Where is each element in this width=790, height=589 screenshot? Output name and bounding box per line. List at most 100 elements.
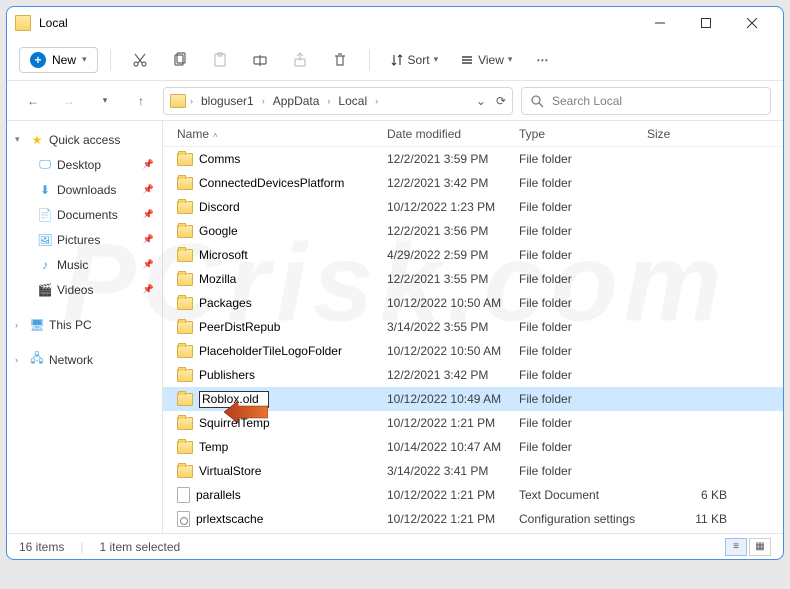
back-button[interactable]: ← — [19, 87, 47, 115]
details-view-button[interactable]: ≡ — [725, 538, 747, 556]
delete-button[interactable] — [323, 44, 357, 76]
table-row[interactable]: prlextscache10/12/2022 1:21 PMConfigurat… — [163, 507, 783, 531]
view-icon — [460, 53, 474, 67]
rename-input[interactable] — [199, 391, 269, 408]
file-type: File folder — [519, 152, 647, 166]
table-row[interactable]: PlaceholderTileLogoFolder10/12/2022 10:5… — [163, 339, 783, 363]
tree-label: Desktop — [57, 158, 101, 172]
chevron-right-icon: › — [327, 96, 330, 106]
sidebar-item-music[interactable]: ♪Music📌 — [7, 252, 162, 277]
file-date: 10/14/2022 10:47 AM — [387, 440, 519, 454]
chevron-right-icon: › — [262, 96, 265, 106]
file-type: Text Document — [519, 488, 647, 502]
breadcrumb-segment[interactable]: bloguser1 — [197, 92, 258, 110]
sort-button[interactable]: Sort ▾ — [382, 49, 447, 71]
file-name: Discord — [199, 200, 240, 214]
maximize-button[interactable] — [683, 7, 729, 39]
chevron-down-icon[interactable]: ⌄ — [476, 94, 486, 108]
table-row[interactable]: Packages10/12/2022 10:50 AMFile folder — [163, 291, 783, 315]
file-date: 3/14/2022 3:41 PM — [387, 464, 519, 478]
thumbnails-view-button[interactable]: ▦ — [749, 538, 771, 556]
selected-count: 1 item selected — [99, 540, 180, 554]
file-list: Comms12/2/2021 3:59 PMFile folderConnect… — [163, 147, 783, 533]
table-row[interactable]: Google12/2/2021 3:56 PMFile folder — [163, 219, 783, 243]
folder-icon — [177, 249, 193, 262]
sidebar-item-documents[interactable]: 📄Documents📌 — [7, 202, 162, 227]
explorer-window: PCrisk.com Local + New ▾ Sort ▾ View ▾ — [6, 6, 784, 560]
sort-indicator-icon: ˄ — [213, 131, 218, 140]
sidebar-item-desktop[interactable]: 🖵Desktop📌 — [7, 152, 162, 177]
close-button[interactable] — [729, 7, 775, 39]
sidebar-item-downloads[interactable]: ⬇Downloads📌 — [7, 177, 162, 202]
pc-icon: 🖥 — [29, 317, 45, 333]
chevron-right-icon: › — [15, 320, 25, 330]
search-box[interactable]: Search Local — [521, 87, 771, 115]
rename-button[interactable] — [243, 44, 277, 76]
more-button[interactable]: ⋯ — [526, 44, 560, 76]
file-type: File folder — [519, 224, 647, 238]
breadcrumb-segment[interactable]: Local — [334, 92, 371, 110]
folder-icon — [177, 369, 193, 382]
table-row[interactable]: parallels10/12/2022 1:21 PMText Document… — [163, 483, 783, 507]
tree-label: Quick access — [49, 133, 120, 147]
minimize-button[interactable] — [637, 7, 683, 39]
new-button[interactable]: + New ▾ — [19, 47, 98, 73]
refresh-button[interactable]: ⟳ — [496, 94, 506, 108]
pin-icon: 📌 — [143, 234, 154, 245]
folder-icon — [177, 345, 193, 358]
folder-icon: 🎬 — [37, 282, 53, 298]
file-date: 10/12/2022 1:21 PM — [387, 416, 519, 430]
table-row[interactable]: 10/12/2022 10:49 AMFile folder — [163, 387, 783, 411]
file-name: Mozilla — [199, 272, 236, 286]
table-row[interactable]: Microsoft4/29/2022 2:59 PMFile folder — [163, 243, 783, 267]
col-type[interactable]: Type — [519, 127, 647, 141]
recent-dropdown[interactable]: ▾ — [91, 87, 119, 115]
forward-button[interactable]: → — [55, 87, 83, 115]
file-type: File folder — [519, 440, 647, 454]
col-size[interactable]: Size — [647, 127, 727, 141]
file-type: File folder — [519, 416, 647, 430]
file-type: File folder — [519, 320, 647, 334]
table-row[interactable]: PeerDistRepub3/14/2022 3:55 PMFile folde… — [163, 315, 783, 339]
config-file-icon — [177, 511, 190, 527]
tree-network[interactable]: › 🖧 Network — [7, 347, 162, 372]
table-row[interactable]: Mozilla12/2/2021 3:55 PMFile folder — [163, 267, 783, 291]
tree-label: Pictures — [57, 233, 100, 247]
file-date: 12/2/2021 3:59 PM — [387, 152, 519, 166]
breadcrumb-segment[interactable]: AppData — [269, 92, 324, 110]
table-row[interactable]: Discord10/12/2022 1:23 PMFile folder — [163, 195, 783, 219]
table-row[interactable]: SquirrelTemp10/12/2022 1:21 PMFile folde… — [163, 411, 783, 435]
folder-icon: ♪ — [37, 257, 53, 273]
col-date[interactable]: Date modified — [387, 127, 519, 141]
paste-button[interactable] — [203, 44, 237, 76]
cut-button[interactable] — [123, 44, 157, 76]
tree-quick-access[interactable]: ▾ ★ Quick access — [7, 127, 162, 152]
file-name: Microsoft — [199, 248, 248, 262]
table-row[interactable]: Comms12/2/2021 3:59 PMFile folder — [163, 147, 783, 171]
table-row[interactable]: ConnectedDevicesPlatform12/2/2021 3:42 P… — [163, 171, 783, 195]
plus-icon: + — [30, 52, 46, 68]
share-button[interactable] — [283, 44, 317, 76]
table-row[interactable]: Temp10/14/2022 10:47 AMFile folder — [163, 435, 783, 459]
star-icon: ★ — [29, 132, 45, 148]
chevron-down-icon: ▾ — [82, 54, 87, 65]
chevron-right-icon: › — [375, 96, 378, 106]
copy-button[interactable] — [163, 44, 197, 76]
file-name: ConnectedDevicesPlatform — [199, 176, 344, 190]
view-button[interactable]: View ▾ — [452, 49, 520, 71]
sidebar-item-pictures[interactable]: 🖼Pictures📌 — [7, 227, 162, 252]
tree-this-pc[interactable]: › 🖥 This PC — [7, 312, 162, 337]
table-row[interactable]: Publishers12/2/2021 3:42 PMFile folder — [163, 363, 783, 387]
sidebar-item-videos[interactable]: 🎬Videos📌 — [7, 277, 162, 302]
network-icon: 🖧 — [29, 352, 45, 368]
file-type: File folder — [519, 176, 647, 190]
address-bar[interactable]: › bloguser1 › AppData › Local › ⌄ ⟳ — [163, 87, 513, 115]
file-date: 10/12/2022 1:23 PM — [387, 200, 519, 214]
column-headers: Name˄ Date modified Type Size — [163, 121, 783, 147]
table-row[interactable]: VirtualStore3/14/2022 3:41 PMFile folder — [163, 459, 783, 483]
col-name[interactable]: Name˄ — [177, 127, 387, 141]
up-button[interactable]: ↑ — [127, 87, 155, 115]
folder-icon: 📄 — [37, 207, 53, 223]
sort-icon — [390, 53, 404, 67]
file-name: prlextscache — [196, 512, 263, 526]
